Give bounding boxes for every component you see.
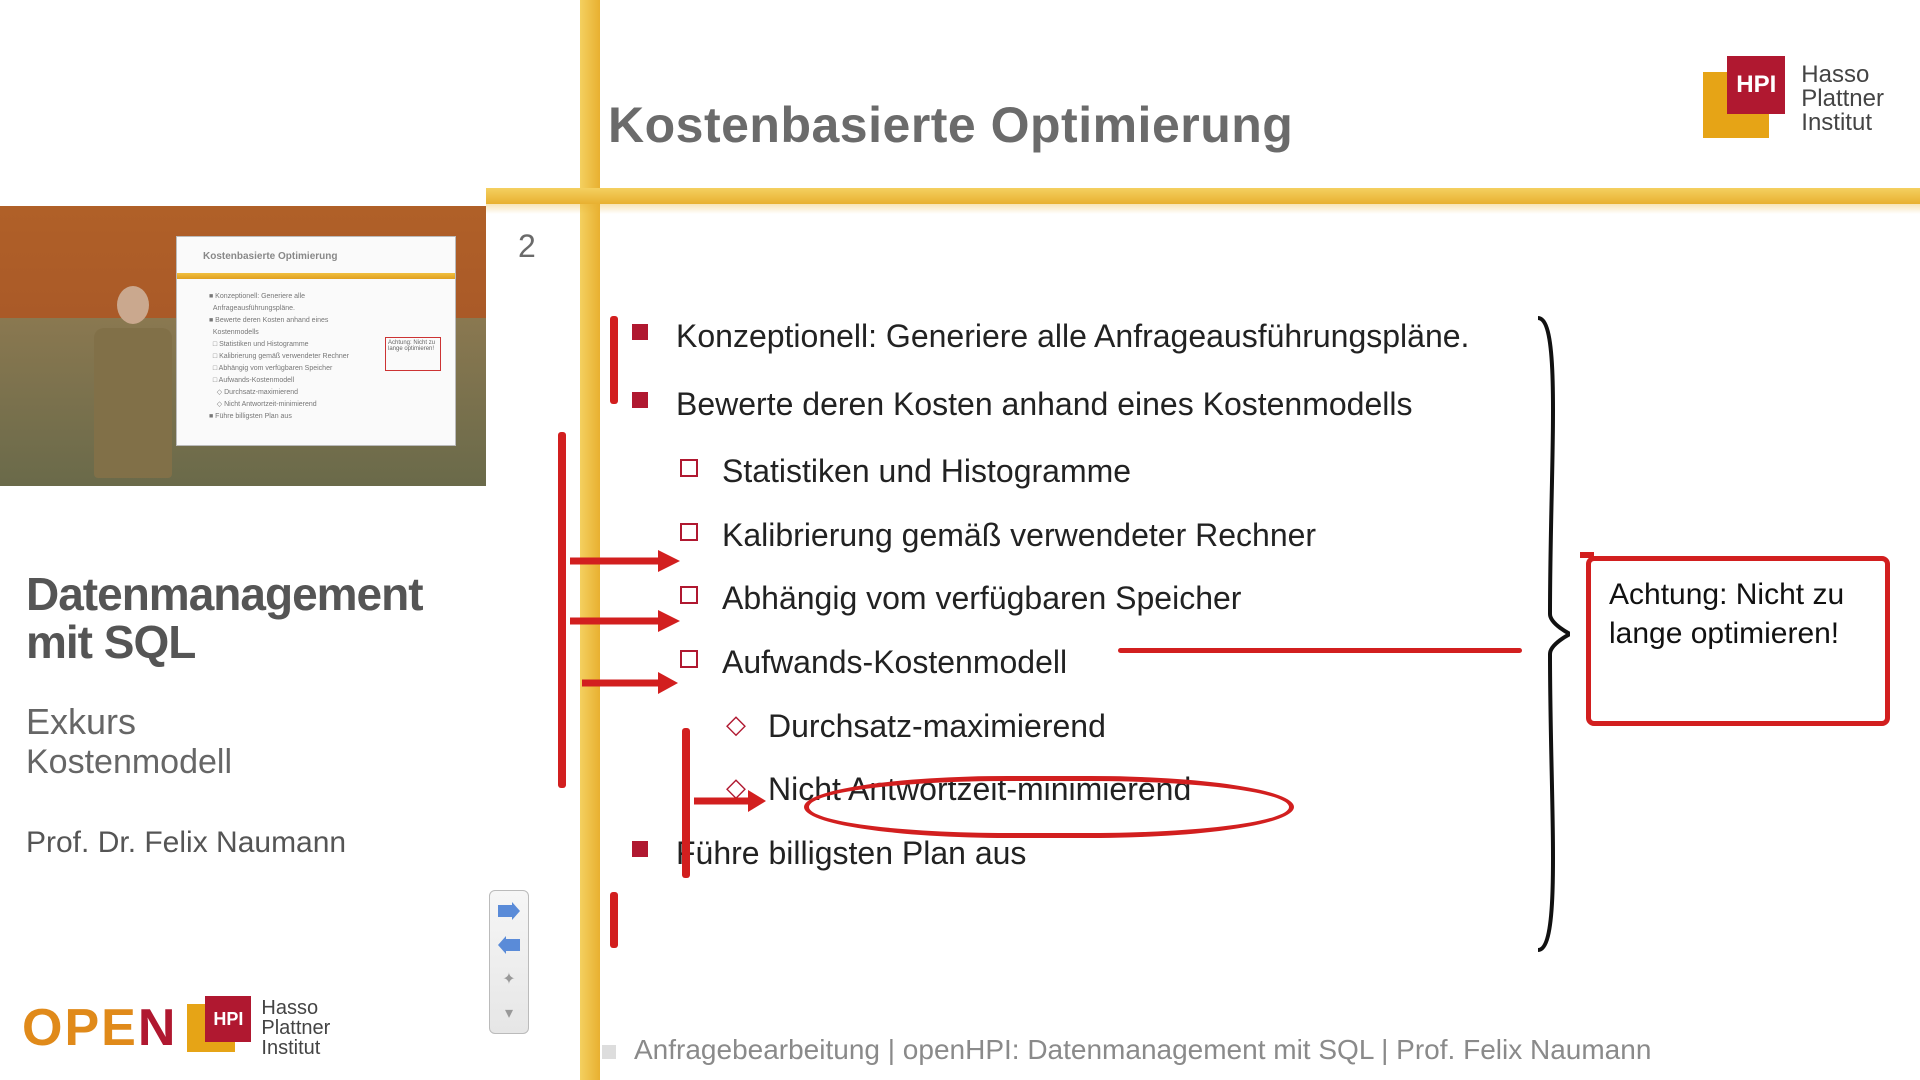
- annotation-warning-box: Achtung: Nicht zu lange optimieren!: [1586, 556, 1890, 726]
- slide-accent-fade: [486, 204, 1920, 214]
- nav-more-button[interactable]: ▾: [495, 999, 523, 1027]
- bullet-2c: Abhängig vom verfügbaren Speicher: [626, 574, 1656, 624]
- openhpi-logo: OPEN HPI Hasso Plattner Institut: [22, 996, 330, 1060]
- nav-prev-button[interactable]: [495, 931, 523, 959]
- bullet-1: Konzeptionell: Generiere alle Anfrageaus…: [626, 312, 1656, 362]
- bullet-2a: Statistiken und Histogramme: [626, 447, 1656, 497]
- slide-title: Kostenbasierte Optimierung: [608, 96, 1293, 154]
- footer-text: Anfragebearbeitung | openHPI: Datenmanag…: [634, 1034, 1651, 1065]
- course-subhead-1: Exkurs: [26, 701, 466, 743]
- nav-tool-button[interactable]: ✦: [495, 965, 523, 993]
- mini-slide-preview: Kostenbasierte Optimierung ■ Konzeptione…: [176, 236, 456, 446]
- bullet-2d: Aufwands-Kostenmodell: [626, 638, 1656, 688]
- slide-footer: Anfragebearbeitung | openHPI: Datenmanag…: [602, 1034, 1651, 1066]
- slide-page-number: 2: [518, 228, 536, 265]
- lecture-video-thumbnail[interactable]: Kostenbasierte Optimierung ■ Konzeptione…: [0, 206, 486, 486]
- slide-vertical-accent: [580, 0, 600, 1080]
- course-author: Prof. Dr. Felix Naumann: [26, 826, 466, 860]
- slide-horizontal-accent: [486, 188, 1920, 204]
- bullet-2d2: Nicht Antwortzeit-minimierend: [626, 765, 1656, 815]
- bullet-2d1: Durchsatz-maximierend: [626, 702, 1656, 752]
- slide-content: Konzeptionell: Generiere alle Anfrageaus…: [626, 312, 1656, 896]
- nav-next-button[interactable]: [495, 897, 523, 925]
- slide-nav-toolbar: ✦ ▾: [489, 890, 529, 1034]
- annotation-red-bar-2: [558, 432, 566, 788]
- footer-bullet-icon: [602, 1045, 616, 1059]
- course-title: Datenmanagement mit SQL: [26, 570, 466, 667]
- hpi-logo-main: HPI Hasso Plattner Institut: [1703, 56, 1884, 142]
- course-subhead-2: Kostenmodell: [26, 743, 466, 782]
- hpi-full-name: Hasso Plattner Institut: [261, 998, 330, 1058]
- hpi-icon: HPI: [1703, 56, 1789, 142]
- annotation-red-bar-1: [610, 316, 618, 404]
- presenter-figure: [88, 286, 178, 486]
- bullet-2: Bewerte deren Kosten anhand eines Kosten…: [626, 380, 1656, 430]
- course-meta: Datenmanagement mit SQL Exkurs Kostenmod…: [26, 570, 466, 860]
- hpi-icon: HPI: [187, 996, 251, 1060]
- annotation-red-bar-4: [610, 892, 618, 948]
- slide-area: Kostenbasierte Optimierung 2 HPI Hasso P…: [486, 0, 1920, 1080]
- open-wordmark: OPEN: [22, 998, 177, 1058]
- bullet-3: Führe billigsten Plan aus: [626, 829, 1656, 879]
- sidebar: Kostenbasierte Optimierung ■ Konzeptione…: [0, 0, 486, 1080]
- hpi-full-name: Hasso Plattner Institut: [1801, 63, 1884, 135]
- bullet-2b: Kalibrierung gemäß verwendeter Rechner: [626, 511, 1656, 561]
- mini-slide-title: Kostenbasierte Optimierung: [203, 251, 337, 262]
